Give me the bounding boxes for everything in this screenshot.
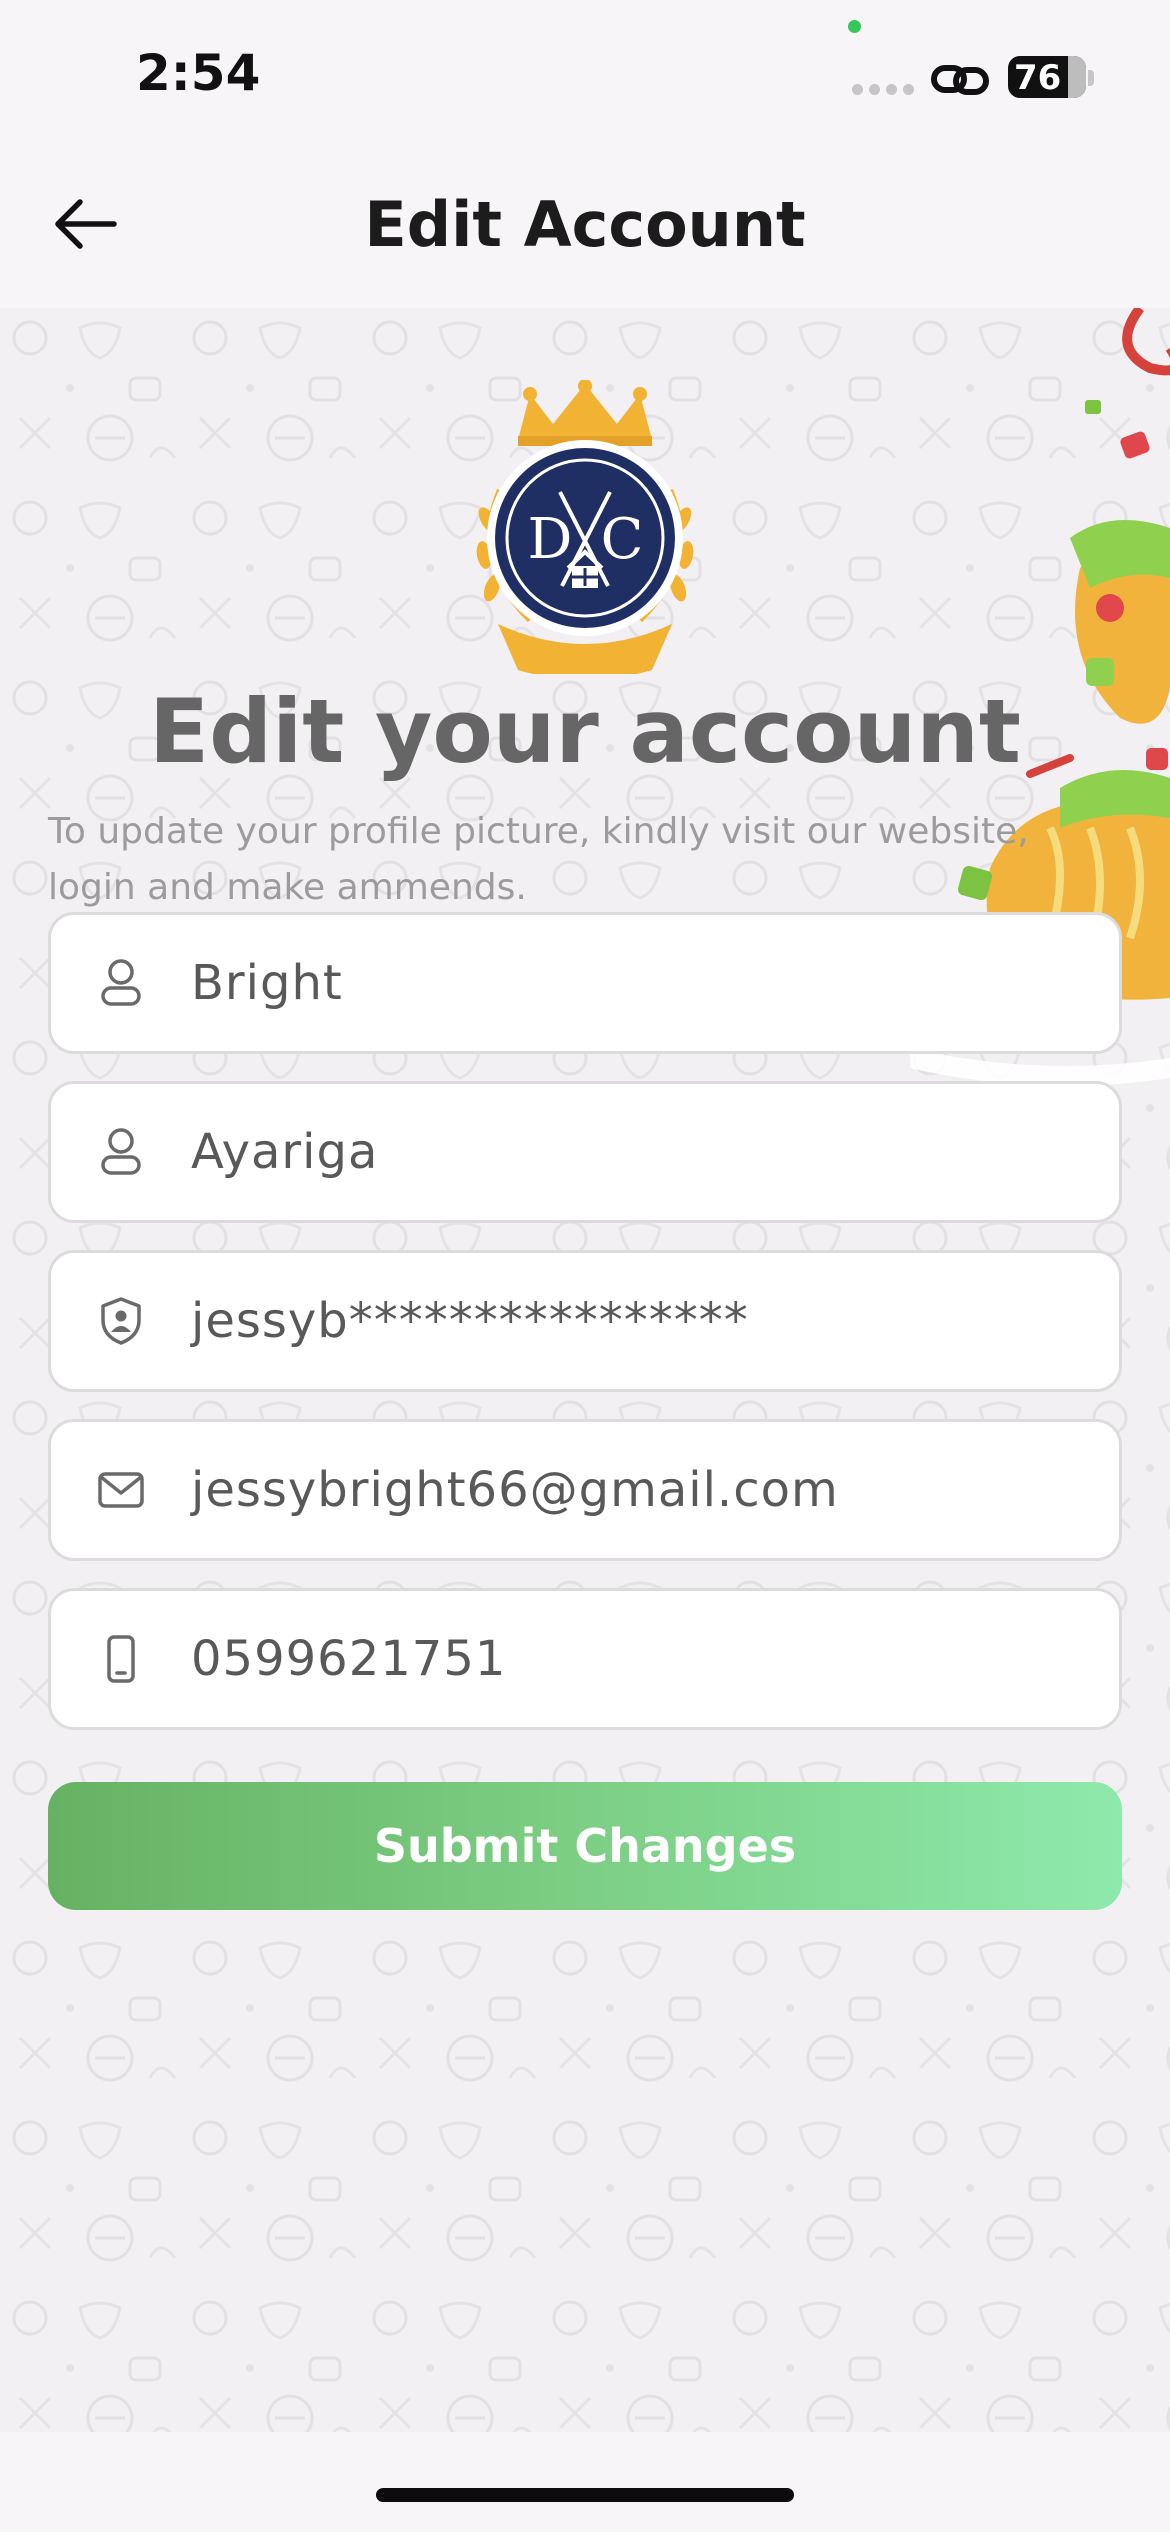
svg-text:C: C <box>601 507 644 572</box>
phone-icon <box>51 1588 191 1730</box>
phone-value: 0599621751 <box>191 1631 507 1687</box>
home-indicator-area <box>0 2432 1170 2532</box>
first-name-field[interactable]: Bright <box>48 912 1122 1054</box>
home-indicator[interactable] <box>376 2488 794 2502</box>
camera-indicator-dot <box>848 20 861 33</box>
dc-logo: D C <box>476 380 694 674</box>
first-name-value: Bright <box>191 955 343 1011</box>
page-title: Edit Account <box>364 188 806 261</box>
signal-dots-icon <box>852 84 916 98</box>
username-field[interactable]: jessyb**************** <box>48 1250 1122 1392</box>
edit-account-content: D C Edit your account To update your pro… <box>0 308 1170 2432</box>
link-icon <box>931 65 989 95</box>
user-icon <box>51 912 191 1054</box>
phone-field[interactable]: 0599621751 <box>48 1588 1122 1730</box>
section-heading: Edit your account <box>148 680 1021 783</box>
battery-cap <box>1088 70 1094 86</box>
email-field[interactable]: jessybright66@gmail.com <box>48 1419 1122 1561</box>
battery-icon: 76 <box>1008 56 1086 98</box>
mail-icon <box>51 1419 191 1561</box>
status-bar: 2:54 76 <box>0 0 1170 150</box>
shield-icon <box>51 1250 191 1392</box>
status-time: 2:54 <box>136 44 261 102</box>
profile-picture-note: To update your profile picture, kindly v… <box>48 811 1029 908</box>
user-icon <box>51 1081 191 1223</box>
email-value: jessybright66@gmail.com <box>191 1462 839 1518</box>
username-value: jessyb**************** <box>191 1293 749 1349</box>
nav-bar: Edit Account <box>0 150 1170 308</box>
last-name-value: Ayariga <box>191 1124 379 1180</box>
submit-changes-button[interactable]: Submit Changes <box>48 1782 1122 1910</box>
svg-text:D: D <box>528 507 573 572</box>
battery-level: 76 <box>1014 58 1062 98</box>
last-name-field[interactable]: Ayariga <box>48 1081 1122 1223</box>
